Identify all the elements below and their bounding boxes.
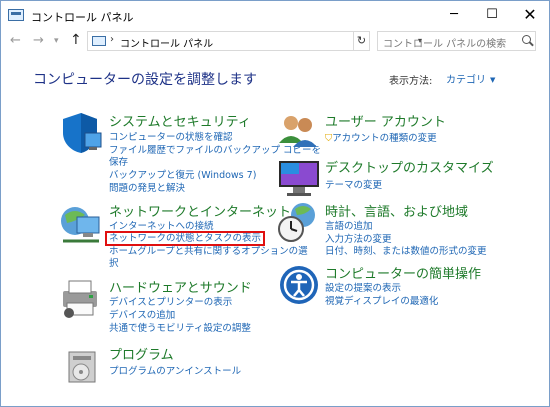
category-title-system-security[interactable]: システムとセキュリティ [109, 111, 251, 130]
desktop-monitor-icon[interactable] [277, 157, 321, 201]
category-title-programs[interactable]: プログラム [109, 344, 174, 363]
link-check-computer-status[interactable]: コンピューターの状態を確認 [109, 129, 233, 143]
forward-arrow-icon[interactable]: → [33, 33, 44, 48]
link-troubleshoot[interactable]: 問題の発見と解決 [109, 180, 185, 194]
title-bar[interactable]: コントロール パネル ─ ☐ ✕ [1, 1, 549, 31]
recent-locations-chevron-icon[interactable]: ▾ [54, 36, 59, 46]
link-devices-printers[interactable]: デバイスとプリンターの表示 [109, 294, 232, 308]
chevron-down-icon: ▼ [490, 76, 496, 84]
link-homegroup-sharing[interactable]: ホームグループと共有に関するオプションの選 [109, 243, 308, 257]
link-uninstall-program[interactable]: プログラムのアンインストール [109, 363, 241, 377]
category-title-appearance[interactable]: デスクトップのカスタマイズ [325, 157, 494, 176]
view-by-label: 表示方法: [389, 76, 433, 87]
view-by-value: カテゴリ [446, 75, 486, 86]
control-panel-icon [8, 9, 24, 21]
link-change-account-type[interactable]: ⛉アカウントの種類の変更 [325, 130, 437, 144]
link-mobility-settings[interactable]: 共通で使うモビリティ設定の調整 [109, 320, 251, 334]
link-add-device[interactable]: デバイスの追加 [109, 307, 175, 321]
link-suggest-settings[interactable]: 設定の提案の表示 [325, 280, 401, 294]
up-arrow-icon[interactable]: ↑ [70, 32, 82, 48]
network-globe-icon[interactable] [59, 201, 103, 245]
link-optimize-display[interactable]: 視覚ディスプレイの最適化 [325, 293, 438, 307]
programs-icon[interactable] [59, 344, 103, 388]
search-input[interactable]: コントロール パネルの検索 [377, 31, 536, 51]
users-icon[interactable] [277, 111, 321, 155]
ease-of-access-icon[interactable] [277, 263, 321, 307]
minimize-button[interactable]: ─ [435, 1, 473, 31]
link-backup-restore[interactable]: バックアップと復元 (Windows 7) [109, 167, 256, 181]
clock-globe-icon[interactable] [277, 201, 321, 245]
category-title-user-accounts[interactable]: ユーザー アカウント [325, 111, 446, 130]
view-by-dropdown[interactable]: カテゴリ ▼ [439, 69, 503, 88]
breadcrumb-chevron-icon[interactable]: › [110, 34, 114, 45]
link-view-network-status[interactable]: ネットワークの状態とタスクの表示 [105, 230, 266, 246]
control-panel-small-icon [92, 36, 106, 46]
search-icon[interactable] [522, 35, 531, 44]
link-homegroup-sharing-cont[interactable]: 択 [109, 255, 119, 269]
page-title: コンピューターの設定を調整します [33, 72, 257, 88]
link-change-date-time-format[interactable]: 日付、時刻、または数値の形式の変更 [325, 243, 487, 257]
control-panel-window: コントロール パネル ─ ☐ ✕ ← → ▾ ↑ › コントロール パネル ▾ … [0, 0, 550, 407]
window-title: コントロール パネル [31, 11, 134, 24]
back-arrow-icon[interactable]: ← [10, 33, 21, 48]
close-button[interactable]: ✕ [511, 1, 549, 31]
link-change-account-type-label[interactable]: アカウントの種類の変更 [332, 133, 437, 144]
search-placeholder: コントロール パネルの検索 [383, 39, 507, 50]
printer-icon[interactable] [59, 277, 103, 321]
link-add-language[interactable]: 言語の追加 [325, 218, 373, 232]
shield-icon[interactable] [59, 111, 103, 155]
address-bar[interactable]: › コントロール パネル ▾ [87, 31, 422, 51]
link-file-history-backup-cont[interactable]: 保存 [109, 154, 128, 168]
breadcrumb[interactable]: コントロール パネル [120, 35, 213, 50]
maximize-button[interactable]: ☐ [473, 1, 511, 31]
link-change-theme[interactable]: テーマの変更 [325, 177, 382, 191]
refresh-icon[interactable]: ↻ [353, 31, 370, 51]
